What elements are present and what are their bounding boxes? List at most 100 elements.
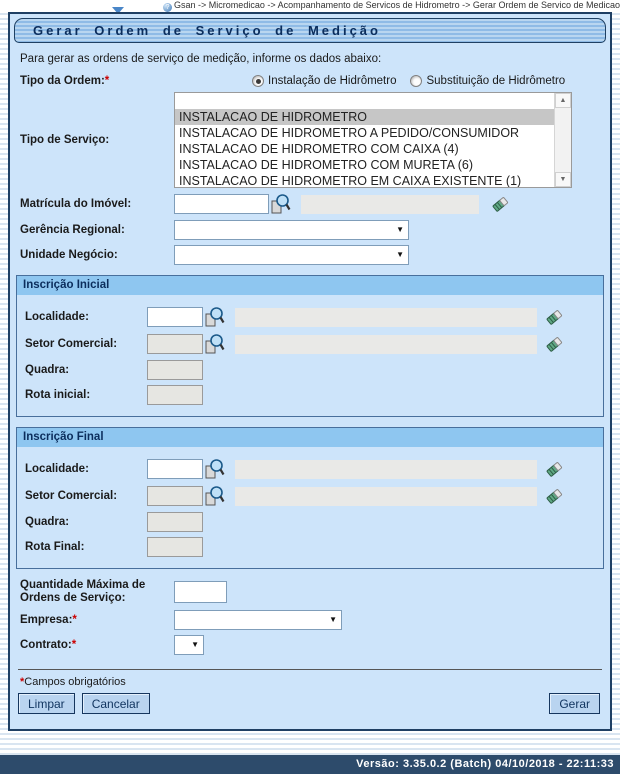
search-icon[interactable] (203, 306, 225, 328)
quadra-inicial-input (147, 360, 203, 380)
radio-substituicao-hidrometro[interactable] (410, 75, 422, 87)
list-item[interactable] (175, 93, 554, 109)
unidade-row: Unidade Negócio: ▼ (20, 245, 606, 265)
search-icon[interactable] (203, 458, 225, 480)
radio-instalacao-label[interactable]: Instalação de Hidrômetro (268, 75, 396, 87)
tipo-ordem-label: Tipo da Ordem:* (20, 75, 174, 87)
breadcrumb: ?Gsan -> Micromedicao -> Acompanhamento … (0, 0, 620, 11)
search-icon[interactable] (203, 333, 225, 355)
inscricao-inicial-section: Inscrição Inicial Localidade: Setor Come… (16, 275, 604, 417)
quadra-final-input (147, 512, 203, 532)
gerencia-label: Gerência Regional: (20, 224, 174, 236)
required-asterisk: * (72, 614, 76, 626)
quantidade-label: Quantidade Máxima de Ordens de Serviço: (20, 579, 174, 605)
setor-final-display (235, 487, 537, 506)
breadcrumb-text: Gsan -> Micromedicao -> Acompanhamento d… (174, 0, 620, 10)
localidade-inicial-row: Localidade: (25, 306, 565, 328)
list-item-selected[interactable]: INSTALACAO DE HIDROMETRO (175, 109, 554, 125)
quadra-label: Quadra: (25, 516, 147, 528)
localidade-final-input[interactable] (147, 459, 203, 479)
empresa-label: Empresa:* (20, 614, 174, 626)
quadra-inicial-row: Quadra: (25, 360, 565, 380)
limpar-button[interactable]: Limpar (18, 693, 75, 714)
scroll-up-icon[interactable]: ▲ (555, 93, 571, 108)
unidade-label: Unidade Negócio: (20, 249, 174, 261)
contrato-row: Contrato:* ▼ (20, 635, 606, 655)
tipo-servico-row: Tipo de Serviço: INSTALACAO DE HIDROMETR… (20, 92, 606, 188)
rota-final-input (147, 537, 203, 557)
version-footer: Versão: 3.35.0.2 (Batch) 04/10/2018 - 22… (0, 755, 620, 774)
matricula-display (301, 195, 479, 214)
rota-final-row: Rota Final: (25, 537, 565, 557)
required-asterisk: * (72, 639, 76, 651)
tipo-servico-listbox[interactable]: INSTALACAO DE HIDROMETRO INSTALACAO DE H… (174, 92, 572, 188)
required-asterisk: * (105, 75, 109, 87)
chevron-down-icon: ▼ (191, 640, 199, 649)
rota-inicial-input (147, 385, 203, 405)
search-icon[interactable] (269, 193, 291, 215)
listbox-scrollbar[interactable]: ▲ ▼ (554, 93, 571, 187)
rota-inicial-label: Rota inicial: (25, 389, 147, 401)
inscricao-final-title: Inscrição Final (17, 428, 603, 447)
quantidade-row: Quantidade Máxima de Ordens de Serviço: (20, 579, 606, 605)
setor-inicial-display (235, 335, 537, 354)
gerar-ordem-servico-panel: Gerar Ordem de Serviço de Medição Para g… (8, 12, 612, 731)
setor-comercial-label: Setor Comercial: (25, 338, 147, 350)
eraser-icon[interactable] (543, 333, 565, 355)
scroll-down-icon[interactable]: ▼ (555, 172, 571, 187)
tipo-ordem-row: Tipo da Ordem:* Instalação de Hidrômetro… (20, 75, 606, 87)
contrato-select[interactable]: ▼ (174, 635, 204, 655)
gerar-button[interactable]: Gerar (549, 693, 600, 714)
rota-final-label: Rota Final: (25, 541, 147, 553)
chevron-down-icon: ▼ (396, 225, 404, 234)
button-row: Limpar Cancelar Gerar (18, 693, 602, 714)
matricula-input[interactable] (174, 194, 269, 214)
divider (18, 669, 602, 670)
setor-final-input (147, 486, 203, 506)
required-note: *Campos obrigatórios (20, 676, 606, 688)
localidade-label: Localidade: (25, 311, 147, 323)
matricula-row: Matrícula do Imóvel: (20, 193, 606, 215)
localidade-inicial-input[interactable] (147, 307, 203, 327)
eraser-icon[interactable] (543, 458, 565, 480)
list-item[interactable]: INSTALACAO DE HIDROMETRO COM CAIXA (4) (175, 141, 554, 157)
search-icon[interactable] (203, 485, 225, 507)
inscricao-final-body: Localidade: Setor Comercial: (17, 447, 603, 568)
quadra-label: Quadra: (25, 364, 147, 376)
inscricao-final-section: Inscrição Final Localidade: Setor Comerc… (16, 427, 604, 569)
empresa-select[interactable]: ▼ (174, 610, 342, 630)
quadra-final-row: Quadra: (25, 512, 565, 532)
empresa-row: Empresa:* ▼ (20, 610, 606, 630)
inscricao-inicial-body: Localidade: Setor Comercial: (17, 295, 603, 416)
setor-comercial-label: Setor Comercial: (25, 490, 147, 502)
localidade-label: Localidade: (25, 463, 147, 475)
intro-text: Para gerar as ordens de serviço de mediç… (20, 53, 606, 65)
eraser-icon[interactable] (489, 193, 511, 215)
list-item[interactable]: INSTALACAO DE HIDROMETRO COM MURETA (6) (175, 157, 554, 173)
setor-final-row: Setor Comercial: (25, 485, 565, 507)
inscricao-inicial-title: Inscrição Inicial (17, 276, 603, 295)
list-item[interactable]: INSTALACAO DE HIDROMETRO A PEDIDO/CONSUM… (175, 125, 554, 141)
radio-substituicao-label[interactable]: Substituição de Hidrômetro (426, 75, 565, 87)
list-item[interactable]: INSTALACAO DE HIDROMETRO EM CAIXA EXISTE… (175, 173, 554, 187)
localidade-inicial-display (235, 308, 537, 327)
gerencia-regional-select[interactable]: ▼ (174, 220, 409, 240)
cancelar-button[interactable]: Cancelar (82, 693, 150, 714)
tipo-servico-label: Tipo de Serviço: (20, 134, 174, 146)
eraser-icon[interactable] (543, 306, 565, 328)
rota-inicial-row: Rota inicial: (25, 385, 565, 405)
eraser-icon[interactable] (543, 485, 565, 507)
chevron-down-icon: ▼ (329, 615, 337, 624)
help-icon[interactable]: ? (163, 3, 172, 12)
setor-inicial-input (147, 334, 203, 354)
setor-inicial-row: Setor Comercial: (25, 333, 565, 355)
localidade-final-row: Localidade: (25, 458, 565, 480)
gerencia-row: Gerência Regional: ▼ (20, 220, 606, 240)
tipo-servico-options: INSTALACAO DE HIDROMETRO INSTALACAO DE H… (175, 93, 554, 187)
chevron-down-icon: ▼ (396, 250, 404, 259)
radio-instalacao-hidrometro[interactable] (252, 75, 264, 87)
localidade-final-display (235, 460, 537, 479)
page-title: Gerar Ordem de Serviço de Medição (14, 18, 606, 43)
unidade-negocio-select[interactable]: ▼ (174, 245, 409, 265)
quantidade-input[interactable] (174, 581, 227, 603)
